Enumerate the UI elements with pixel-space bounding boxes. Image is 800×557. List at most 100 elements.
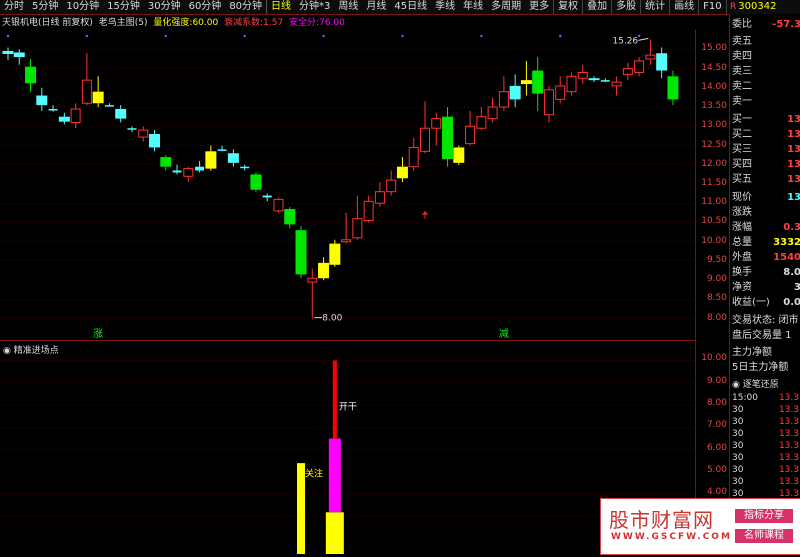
entry-point-chart[interactable]: 关注 开干 bbox=[0, 341, 695, 554]
sub-tick: 5.00 bbox=[706, 465, 727, 476]
candle bbox=[217, 145, 227, 152]
candle bbox=[520, 60, 532, 96]
candle bbox=[645, 39, 656, 65]
tab-7[interactable]: 日线 bbox=[266, 0, 295, 14]
candle bbox=[352, 195, 363, 240]
tick-row: 30 13.3 bbox=[732, 404, 800, 416]
tab-13[interactable]: 年线 bbox=[459, 0, 487, 14]
tick-price: 13.3 bbox=[778, 393, 799, 403]
tick-row: 15:00 13.3 bbox=[732, 392, 800, 404]
up-arrow-icon bbox=[421, 210, 428, 215]
toolbar-button-4[interactable]: 画线 bbox=[669, 0, 698, 14]
candle bbox=[577, 64, 588, 84]
candle-body bbox=[273, 198, 284, 212]
entry-point-panel[interactable]: 关注 开干 ◉ 精准进场点 bbox=[0, 340, 695, 554]
buy-5: 买五 13 bbox=[732, 173, 800, 187]
candle-body bbox=[329, 243, 341, 265]
buy-3-value: 13 bbox=[787, 144, 800, 155]
candle-body bbox=[520, 80, 532, 84]
buy-4-label: 买四 bbox=[732, 159, 752, 170]
tab-10[interactable]: 月线 bbox=[362, 0, 390, 14]
candle bbox=[48, 105, 58, 112]
tab-14[interactable]: 多周期 bbox=[487, 0, 525, 14]
tick-row: 30 13.3 bbox=[732, 428, 800, 440]
sub-tick: 6.00 bbox=[706, 442, 727, 453]
toolbar-button-3[interactable]: 统计 bbox=[640, 0, 669, 14]
stat-3-label: 总量 bbox=[732, 237, 752, 248]
sell-3: 卖三 bbox=[732, 65, 800, 79]
tab-15[interactable]: 更多 bbox=[525, 0, 553, 14]
sell-1: 卖一 bbox=[732, 95, 800, 109]
low-price-label: 8.00 bbox=[322, 314, 342, 324]
toolbar-button-1[interactable]: 叠加 bbox=[582, 0, 611, 14]
tab-11[interactable]: 45日线 bbox=[390, 0, 431, 14]
price-tick: 9.50 bbox=[706, 254, 727, 265]
indicator-name[interactable]: 老鸟主图(5) bbox=[99, 18, 148, 28]
candle-body bbox=[566, 75, 577, 93]
candle-body bbox=[92, 91, 104, 104]
stat-4: 外盘 1540 bbox=[732, 251, 800, 265]
tab-6[interactable]: 80分钟 bbox=[225, 0, 266, 14]
candlestick-panel[interactable]: 15.26 8.00 涨 减 bbox=[0, 30, 695, 340]
candle-body bbox=[532, 70, 544, 94]
toolbar-button-0[interactable]: 复权 bbox=[553, 0, 582, 14]
candle-body bbox=[419, 127, 430, 152]
stat-6: 净资 3 bbox=[732, 281, 800, 295]
buy-1-label: 买一 bbox=[732, 114, 752, 125]
tick-price: 13.3 bbox=[778, 405, 799, 415]
candle-body bbox=[48, 109, 58, 111]
candle bbox=[442, 107, 454, 167]
candle-body bbox=[363, 200, 374, 222]
tab-1[interactable]: 5分钟 bbox=[28, 0, 62, 14]
candle bbox=[81, 53, 92, 106]
stock-badge: R bbox=[730, 2, 737, 12]
tick-row: 30 13.3 bbox=[732, 476, 800, 488]
tab-8[interactable]: 分钟*3 bbox=[295, 0, 334, 14]
tab-2[interactable]: 10分钟 bbox=[62, 0, 103, 14]
tick-price: 13.3 bbox=[778, 441, 799, 451]
high-pointer bbox=[638, 37, 649, 41]
candle-body bbox=[611, 81, 622, 87]
candle-body bbox=[498, 91, 509, 108]
candlestick-chart[interactable]: 15.26 8.00 涨 减 bbox=[0, 30, 695, 340]
candle bbox=[431, 112, 442, 146]
tab-12[interactable]: 季线 bbox=[431, 0, 459, 14]
tab-0[interactable]: 分时 bbox=[0, 0, 28, 14]
stat-0-value: 13 bbox=[787, 192, 800, 203]
stat-7-label: 收益(一) bbox=[732, 297, 770, 308]
stock-code-header[interactable]: R 300342 bbox=[730, 0, 800, 14]
candle bbox=[622, 62, 633, 81]
tick-price: 13.3 bbox=[778, 477, 799, 487]
toolbar-button-5[interactable]: F10 bbox=[698, 0, 725, 14]
candle-body bbox=[25, 66, 37, 84]
buy-4-value: 13 bbox=[787, 159, 800, 170]
price-tick: 12.50 bbox=[701, 139, 727, 150]
candle bbox=[543, 85, 554, 123]
candle bbox=[509, 74, 521, 108]
trade-status: 交易状态: 闭市 bbox=[732, 314, 800, 328]
stat-6-label: 净资 bbox=[732, 282, 752, 293]
strength-label: 量化强度: bbox=[153, 18, 193, 28]
open-label: 开干 bbox=[339, 402, 357, 413]
tick-price: 13.3 bbox=[778, 417, 799, 427]
decay-label: 衰减系数: bbox=[224, 18, 264, 28]
price-axis: 15.00 14.50 14.00 13.50 13.00 12.50 12.00 11.50… bbox=[695, 30, 729, 553]
circle-icon: ◉ bbox=[3, 346, 11, 356]
candle-body bbox=[341, 239, 352, 243]
candle-body bbox=[374, 191, 385, 204]
candle bbox=[611, 76, 622, 96]
tick-detail-title[interactable]: ◉ 逐笔还原 bbox=[732, 378, 800, 392]
tab-4[interactable]: 30分钟 bbox=[144, 0, 185, 14]
wei-bi-label: 委比 bbox=[732, 19, 752, 30]
sub-title-text: 精准进场点 bbox=[13, 346, 59, 356]
stat-3-value: 3332 bbox=[773, 237, 800, 248]
stat-5: 换手 8.0 bbox=[732, 266, 800, 280]
tab-9[interactable]: 周线 bbox=[334, 0, 362, 14]
toolbar-button-2[interactable]: 多股 bbox=[611, 0, 640, 14]
candle bbox=[487, 97, 498, 123]
candle-body bbox=[487, 106, 498, 120]
tab-5[interactable]: 60分钟 bbox=[185, 0, 226, 14]
tag-teacher-course: 名师课程 bbox=[735, 529, 793, 543]
tab-3[interactable]: 15分钟 bbox=[103, 0, 144, 14]
candle bbox=[396, 157, 408, 183]
